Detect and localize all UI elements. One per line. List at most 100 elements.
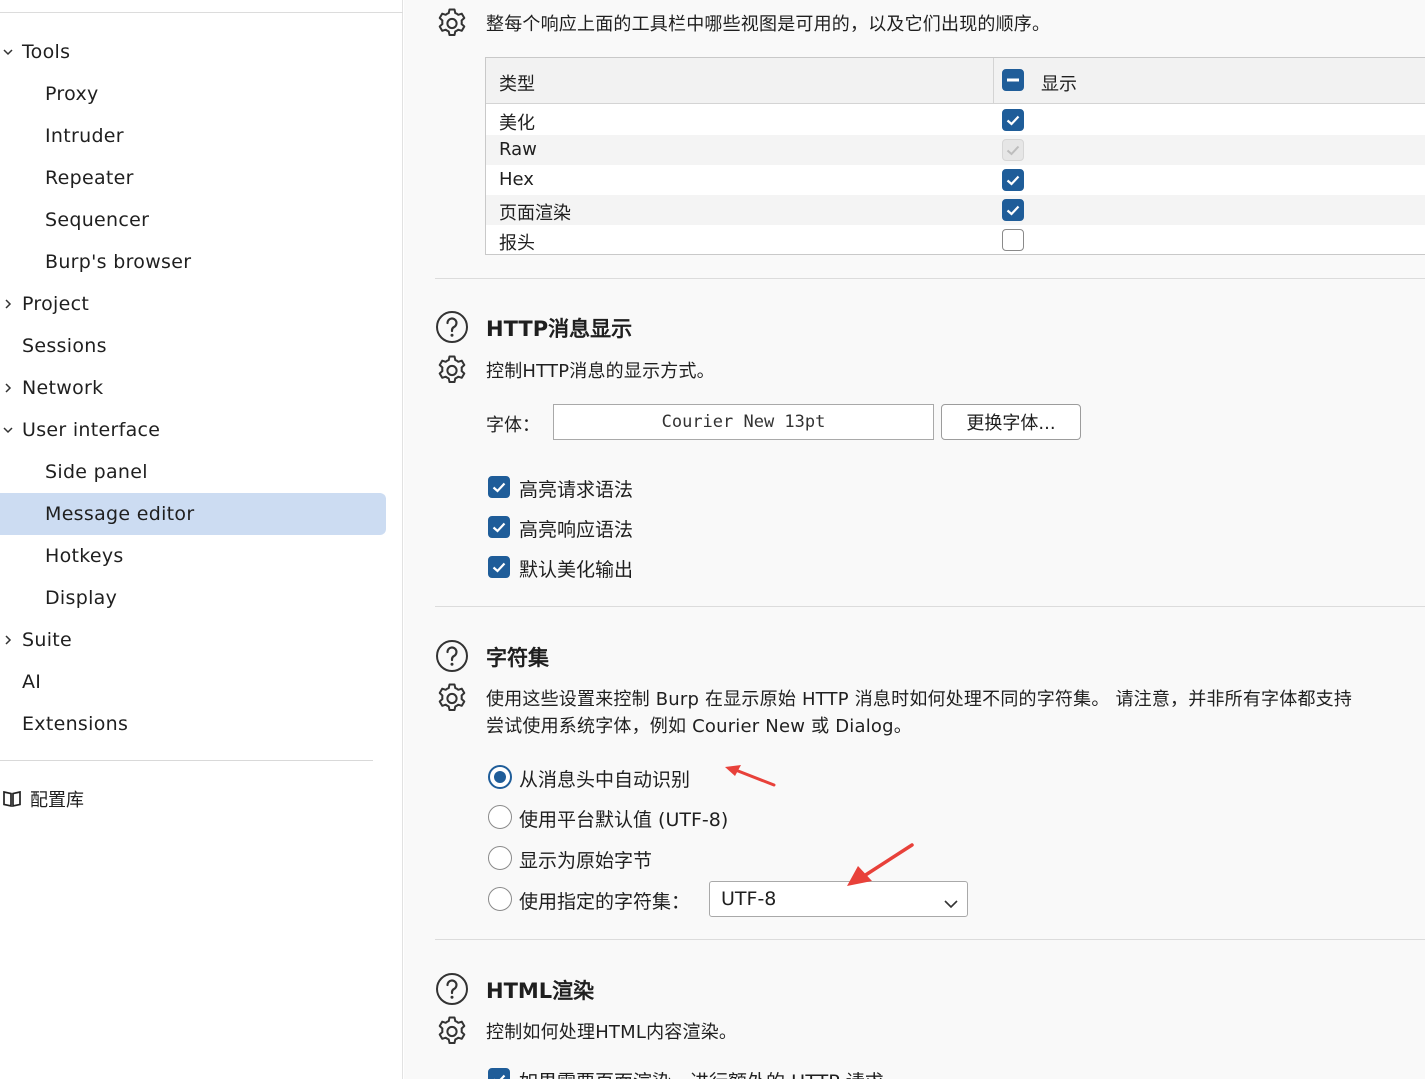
charset-select-value: UTF-8 — [721, 888, 777, 910]
charset-auto-detect-label[interactable]: 从消息头中自动识别 — [519, 765, 690, 792]
show-view-checkbox — [1002, 139, 1024, 161]
view-type-label: 页面渲染 — [499, 203, 571, 224]
charset-raw-bytes-radio[interactable] — [488, 846, 512, 870]
column-header-show: 显示 — [1041, 74, 1077, 95]
view-type-label: Raw — [499, 139, 537, 160]
html-section-title: HTML渲染 — [486, 979, 595, 1003]
charset-description-line2: 尝试使用系统字体，例如 Courier New 或 Dialog。 — [486, 716, 912, 737]
sidebar-item-display[interactable]: Display — [0, 577, 386, 619]
help-icon[interactable] — [435, 972, 469, 1006]
section-divider — [435, 606, 1425, 607]
charset-specific-label[interactable]: 使用指定的字符集： — [519, 887, 690, 914]
sidebar-item-ai[interactable]: AI — [0, 661, 386, 703]
http-section-title: HTTP消息显示 — [486, 317, 633, 341]
sidebar-item-label: Sequencer — [45, 209, 150, 231]
configuration-library-link[interactable]: 配置库 — [0, 782, 200, 816]
extra-http-request-label[interactable]: 如果需要页面渲染，进行额外的 HTTP 请求 — [519, 1067, 884, 1079]
sidebar-item-label: AI — [22, 671, 42, 693]
sidebar-item-label: Suite — [22, 629, 73, 651]
charset-select[interactable]: UTF-8 — [709, 881, 968, 917]
change-font-button[interactable]: 更换字体... — [941, 404, 1081, 440]
sidebar-item-label: Message editor — [45, 503, 195, 525]
sidebar-item-label: Repeater — [45, 167, 134, 189]
view-type-label: 美化 — [499, 113, 535, 134]
charset-description-line1: 使用这些设置来控制 Burp 在显示原始 HTTP 消息时如何处理不同的字符集。… — [486, 689, 1353, 710]
font-label: 字体： — [486, 415, 540, 436]
annotation-arrow-icon — [725, 765, 776, 787]
sidebar-item-project[interactable]: Project — [0, 283, 386, 325]
views-description: 整每个响应上面的工具栏中哪些视图是可用的，以及它们出现的顺序。 — [486, 14, 1051, 35]
highlight-request-syntax-checkbox[interactable] — [488, 476, 510, 498]
help-icon[interactable] — [435, 310, 469, 344]
gear-icon[interactable] — [435, 6, 469, 40]
charset-raw-bytes-label[interactable]: 显示为原始字节 — [519, 846, 652, 873]
views-table: 类型 显示 美化 Raw Hex 页面渲染 报头 — [485, 57, 1425, 255]
view-type-label: 报头 — [499, 233, 535, 254]
sidebar-item-label: Tools — [22, 41, 71, 63]
http-section-description: 控制HTTP消息的显示方式。 — [486, 361, 715, 382]
show-view-checkbox[interactable] — [1002, 229, 1024, 251]
charset-platform-default-label[interactable]: 使用平台默认值 (UTF-8) — [519, 805, 728, 832]
sidebar-item-label: Intruder — [45, 125, 124, 147]
table-row[interactable]: 报头 — [486, 225, 1425, 255]
sidebar-item-message-editor[interactable]: Message editor — [0, 493, 386, 535]
sidebar-item-burps-browser[interactable]: Burp's browser — [0, 241, 386, 283]
charset-auto-detect-radio[interactable] — [488, 765, 512, 789]
table-row[interactable]: 美化 — [486, 105, 1425, 135]
charset-platform-default-radio[interactable] — [488, 805, 512, 829]
font-display-field: Courier New 13pt — [553, 404, 934, 440]
sidebar-item-label: Hotkeys — [45, 545, 124, 567]
settings-sidebar: Tools Proxy Intruder Repeater Sequencer … — [0, 0, 403, 1079]
show-view-checkbox[interactable] — [1002, 109, 1024, 131]
extra-http-request-checkbox[interactable] — [488, 1068, 510, 1079]
table-row[interactable]: Hex — [486, 165, 1425, 195]
section-divider — [435, 939, 1425, 940]
sidebar-item-sequencer[interactable]: Sequencer — [0, 199, 386, 241]
chevron-right-icon — [2, 619, 14, 661]
sidebar-top-divider — [0, 12, 403, 13]
annotation-arrow-icon — [847, 843, 914, 886]
highlight-response-syntax-label[interactable]: 高亮响应语法 — [519, 515, 633, 542]
message-editor-settings: 整每个响应上面的工具栏中哪些视图是可用的，以及它们出现的顺序。 类型 显示 美化… — [404, 0, 1425, 1079]
show-view-checkbox[interactable] — [1002, 169, 1024, 191]
default-pretty-print-label[interactable]: 默认美化输出 — [519, 555, 633, 582]
table-row[interactable]: 页面渲染 — [486, 195, 1425, 225]
sidebar-item-extensions[interactable]: Extensions — [0, 703, 386, 745]
sidebar-item-label: Burp's browser — [45, 251, 192, 273]
chevron-right-icon — [2, 367, 14, 409]
gear-icon[interactable] — [435, 353, 469, 387]
charset-specific-radio[interactable] — [488, 887, 512, 911]
sidebar-item-repeater[interactable]: Repeater — [0, 157, 386, 199]
highlight-response-syntax-checkbox[interactable] — [488, 516, 510, 538]
sidebar-item-user-interface[interactable]: User interface — [0, 409, 386, 451]
chevron-right-icon — [2, 283, 14, 325]
default-pretty-print-checkbox[interactable] — [488, 556, 510, 578]
highlight-request-syntax-label[interactable]: 高亮请求语法 — [519, 475, 633, 502]
sidebar-item-side-panel[interactable]: Side panel — [0, 451, 386, 493]
gear-icon[interactable] — [435, 681, 469, 715]
chevron-down-icon — [943, 893, 959, 909]
sidebar-item-hotkeys[interactable]: Hotkeys — [0, 535, 386, 577]
chevron-down-icon — [2, 409, 14, 451]
sidebar-item-intruder[interactable]: Intruder — [0, 115, 386, 157]
views-table-header: 类型 显示 — [486, 58, 1425, 104]
help-icon[interactable] — [435, 639, 469, 673]
sidebar-item-proxy[interactable]: Proxy — [0, 73, 386, 115]
sidebar-item-sessions[interactable]: Sessions — [0, 325, 386, 367]
select-all-checkbox[interactable] — [1002, 69, 1024, 91]
configuration-library-label: 配置库 — [30, 790, 84, 811]
gear-icon[interactable] — [435, 1014, 469, 1048]
column-header-type: 类型 — [499, 74, 535, 95]
view-type-label: Hex — [499, 169, 534, 190]
show-view-checkbox[interactable] — [1002, 199, 1024, 221]
sidebar-item-suite[interactable]: Suite — [0, 619, 386, 661]
sidebar-item-label: Extensions — [22, 713, 129, 735]
sidebar-item-tools[interactable]: Tools — [0, 31, 386, 73]
section-divider — [435, 278, 1425, 279]
table-row[interactable]: Raw — [486, 135, 1425, 165]
charset-section-title: 字符集 — [486, 646, 549, 670]
chevron-down-icon — [2, 31, 14, 73]
sidebar-item-network[interactable]: Network — [0, 367, 386, 409]
sidebar-divider — [0, 760, 373, 761]
sidebar-item-label: User interface — [22, 419, 161, 441]
